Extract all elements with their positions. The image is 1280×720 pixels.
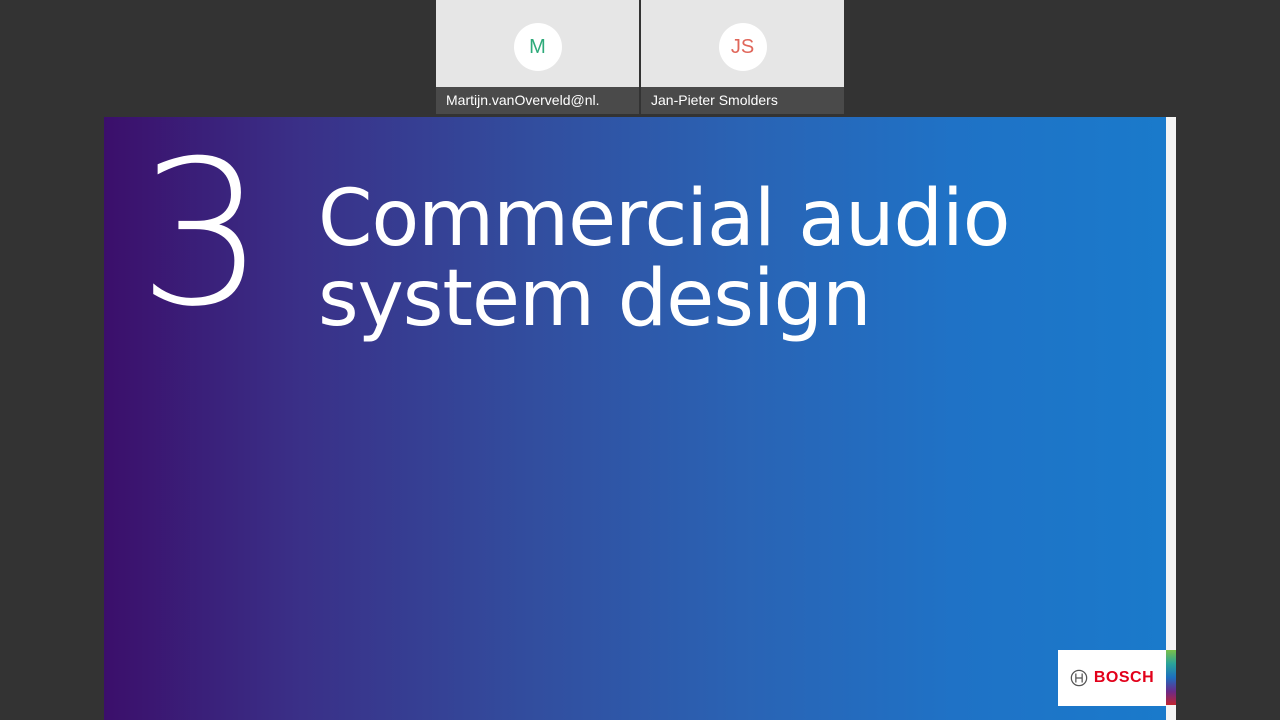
section-title-line-2: system design bbox=[318, 254, 872, 344]
section-title: Commercial audio system design bbox=[318, 179, 1118, 339]
bosch-armature-icon bbox=[1070, 669, 1088, 687]
brand-wordmark: BOSCH bbox=[1093, 669, 1155, 686]
participant-tile[interactable]: JS Jan-Pieter Smolders bbox=[641, 0, 844, 114]
participant-strip: M Martijn.vanOverveld@nl. JS Jan-Pieter … bbox=[436, 0, 845, 114]
avatar: JS bbox=[718, 23, 767, 71]
brand-logo: BOSCH bbox=[1058, 650, 1166, 706]
participant-name: Jan-Pieter Smolders bbox=[641, 87, 844, 114]
slide-edge bbox=[1166, 117, 1176, 720]
participant-name: Martijn.vanOverveld@nl. bbox=[436, 87, 639, 114]
section-number: 3 bbox=[138, 118, 265, 351]
section-title-line-1: Commercial audio bbox=[318, 174, 1010, 264]
meeting-stage: M Martijn.vanOverveld@nl. JS Jan-Pieter … bbox=[0, 0, 1280, 720]
brand-color-stripe bbox=[1166, 650, 1176, 705]
shared-slide: 3 Commercial audio system design BOSCH bbox=[104, 117, 1166, 720]
participant-tile[interactable]: M Martijn.vanOverveld@nl. bbox=[436, 0, 639, 114]
avatar: M bbox=[513, 23, 562, 71]
